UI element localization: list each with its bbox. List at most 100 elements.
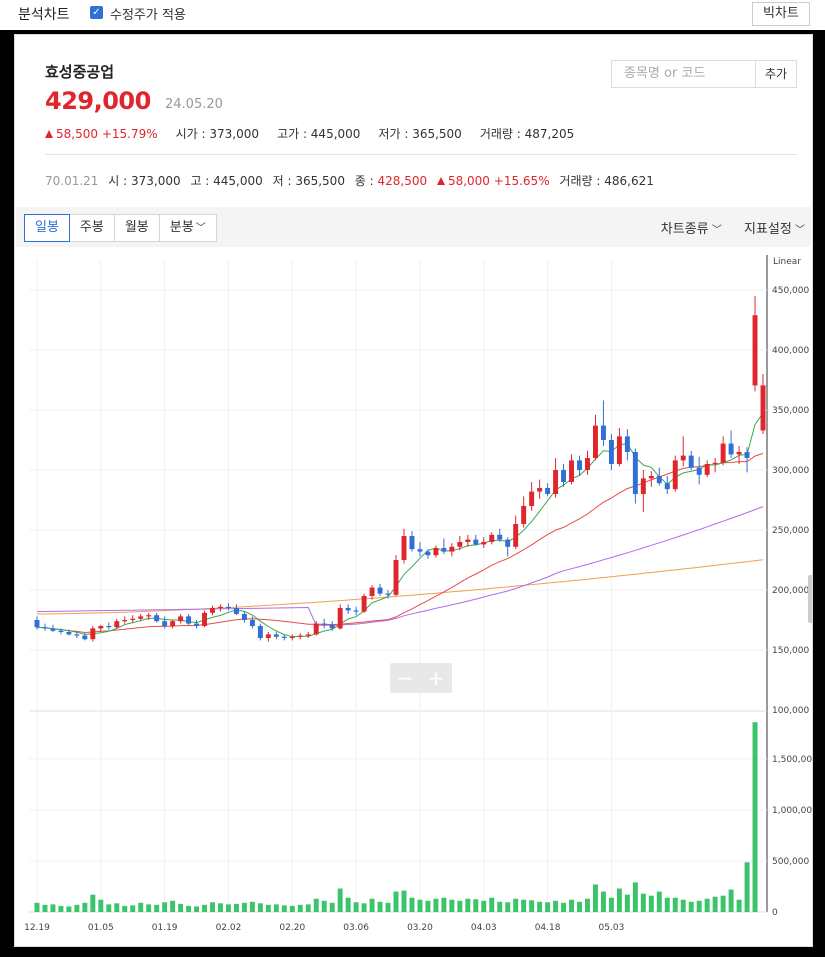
stock-chart[interactable]: Linear 100,000 150,000 200,000 250,000 300,00… [15, 35, 812, 946]
candle-body [345, 608, 351, 611]
volume-bar [50, 904, 56, 912]
candle-body [393, 560, 399, 595]
candle-body [752, 315, 758, 386]
volume-bar [90, 894, 96, 912]
candle-body [648, 476, 654, 479]
volume-bar [425, 900, 431, 912]
adjusted-price-label[interactable]: 수정주가 적용 [110, 4, 186, 23]
scale-label: Linear [773, 257, 801, 267]
volume-bar [329, 902, 335, 912]
candle-body [728, 443, 734, 455]
date-tick-label: 03.06 [343, 923, 369, 933]
candle-body [138, 616, 144, 619]
candle-body [704, 464, 710, 475]
volume-bar [218, 903, 223, 912]
date-tick-label: 03.20 [407, 923, 433, 933]
date-tick-label: 01.05 [88, 923, 114, 933]
volume-bar [529, 900, 535, 912]
volume-bar [561, 902, 567, 912]
volume-bar [82, 902, 88, 912]
volume-bar [130, 905, 136, 912]
candle-body [473, 539, 479, 545]
candle-body [449, 546, 455, 552]
volume-bar [640, 893, 646, 912]
candle-body [98, 626, 104, 629]
volume-bar [720, 895, 726, 912]
volume-bar [178, 903, 184, 912]
candle-body [281, 636, 287, 638]
zoom-in-button[interactable]: + [428, 666, 445, 690]
volume-tick-label: 1,500,000 [772, 755, 812, 765]
candle-body [497, 534, 503, 540]
date-tick-label: 04.18 [535, 923, 561, 933]
candle-body [146, 615, 152, 617]
candle-body [265, 634, 271, 638]
volume-bar [305, 904, 311, 912]
volume-bar [249, 901, 255, 912]
candle-body [553, 470, 559, 494]
date-tick-label: 12.19 [24, 923, 50, 933]
volume-bar [545, 902, 551, 912]
volume-bar [210, 902, 215, 912]
price-tick-label: 250,000 [772, 526, 809, 536]
volume-bar [672, 897, 678, 912]
volume-bar [162, 902, 168, 912]
date-tick-label: 01.19 [152, 923, 178, 933]
candle-body [513, 524, 519, 547]
volume-tick-label: 0 [772, 908, 778, 918]
volume-bar [433, 898, 439, 912]
candle-body [122, 620, 128, 622]
candle-body [154, 615, 160, 622]
volume-bar [281, 905, 287, 912]
volume-bar [449, 899, 455, 912]
candle-body [736, 452, 742, 455]
candle-body [592, 425, 598, 458]
date-tick-label: 05.03 [599, 923, 625, 933]
chart-scroll-handle[interactable] [808, 575, 812, 623]
candle-body [489, 534, 495, 542]
candle-body [688, 455, 694, 468]
candle-body [329, 624, 335, 629]
volume-bar [521, 899, 527, 912]
tab-daily[interactable]: 일봉 [24, 214, 70, 242]
volume-pane [29, 713, 767, 912]
candle-body [537, 488, 543, 492]
volume-bar [417, 899, 423, 912]
volume-tick-label: 500,000 [772, 857, 809, 867]
candle-body [545, 488, 551, 494]
candle-body [289, 636, 295, 638]
price-tick-label: 150,000 [772, 646, 809, 656]
big-chart-button[interactable]: 빅차트 [752, 2, 810, 26]
volume-bar [481, 900, 487, 912]
volume-bar [393, 891, 399, 912]
candle-body [297, 635, 303, 637]
candle-body [656, 476, 662, 484]
volume-bar [233, 903, 239, 912]
candle-body [305, 634, 311, 636]
volume-bar [34, 902, 40, 912]
candle-body [433, 548, 439, 556]
volume-bar [385, 902, 391, 912]
candle-body [321, 623, 327, 625]
candle-body [441, 548, 447, 552]
candle-body [608, 440, 614, 464]
volume-bar [608, 897, 614, 912]
volume-bar [74, 904, 80, 912]
candle-body [600, 425, 606, 440]
volume-bar [194, 906, 200, 912]
volume-bar [58, 905, 64, 912]
volume-bar [600, 891, 606, 912]
candle-body [58, 630, 64, 632]
volume-bar [744, 862, 750, 912]
candle-body [186, 616, 192, 624]
candle-body [337, 608, 343, 629]
adjusted-price-checkbox[interactable]: ✓ [90, 6, 103, 19]
date-tick-label: 04.03 [471, 923, 497, 933]
candle-body [680, 455, 686, 461]
zoom-out-button[interactable]: − [397, 666, 414, 690]
candle-body [457, 542, 463, 547]
candle-body [521, 506, 527, 524]
candle-body [130, 618, 136, 620]
volume-bar [712, 896, 718, 912]
volume-bar [202, 904, 208, 912]
